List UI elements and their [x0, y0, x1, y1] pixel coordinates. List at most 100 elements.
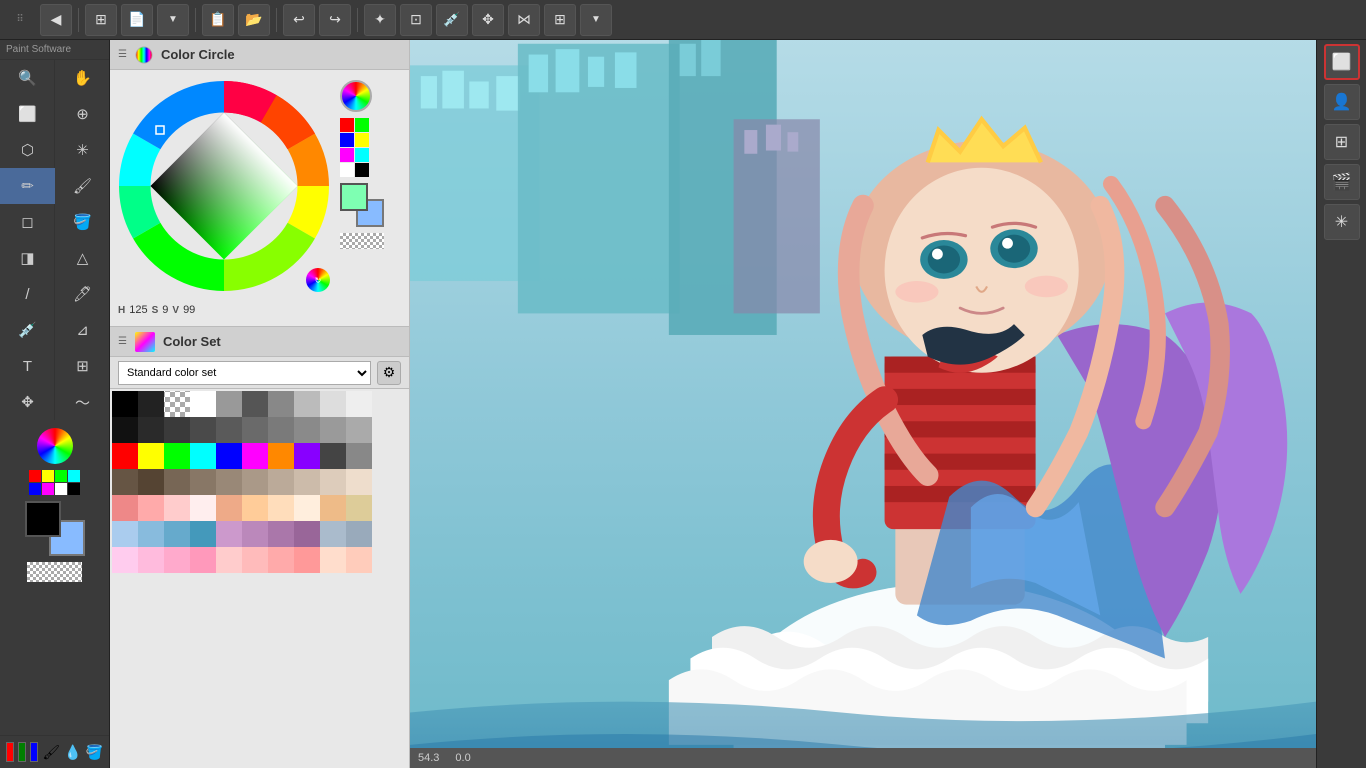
bottom-fill-icon[interactable]: 💧 [64, 740, 81, 764]
layers-btn[interactable]: ⊞ [1324, 124, 1360, 160]
pencil-tool[interactable]: ✏ [0, 168, 55, 204]
swatch-cell[interactable] [112, 521, 138, 547]
swatch-cell[interactable] [242, 521, 268, 547]
magic-wand-tool[interactable]: ✳ [55, 132, 110, 168]
color-wheel-btn[interactable] [340, 80, 372, 112]
swatch-cell[interactable] [112, 469, 138, 495]
swatch-cell[interactable] [268, 417, 294, 443]
color-wheel-mini[interactable] [37, 428, 73, 464]
new-btn[interactable]: 📋 [202, 4, 234, 36]
swatch-cell[interactable] [294, 521, 320, 547]
person-btn[interactable]: 👤 [1324, 84, 1360, 120]
swatch-cell[interactable] [268, 391, 294, 417]
bottom-eyedrop-icon[interactable]: 🪣 [86, 740, 103, 764]
swatch-cell[interactable] [346, 417, 372, 443]
swatch-cell[interactable] [320, 521, 346, 547]
lasso-tool[interactable]: ⬡ [0, 132, 55, 168]
swatch-cell[interactable] [242, 495, 268, 521]
brush-tool[interactable]: 🖌 [55, 168, 110, 204]
swatch-cell[interactable] [138, 547, 164, 573]
mini-swatch-2[interactable] [340, 133, 354, 147]
curr-color-box[interactable] [340, 183, 368, 211]
swatch-cell[interactable] [320, 495, 346, 521]
swatch-cell[interactable] [164, 495, 190, 521]
mini-swatch-0[interactable] [340, 118, 354, 132]
swatch-cell[interactable] [190, 417, 216, 443]
swatch-cell[interactable] [190, 495, 216, 521]
swatch-cyan[interactable] [68, 470, 80, 482]
shape-tool[interactable]: △ [55, 240, 110, 276]
move-tool[interactable]: ✥ [0, 384, 55, 420]
mini-swatch-7[interactable] [355, 163, 369, 177]
swatch-cell[interactable] [294, 495, 320, 521]
swatch-cell[interactable] [216, 443, 242, 469]
grid-btn[interactable]: ⊞ [85, 4, 117, 36]
swatch-blue[interactable] [29, 483, 41, 495]
bottom-blue-swatch[interactable] [30, 742, 38, 762]
eraser-tool[interactable]: ◻ [0, 204, 55, 240]
select-rect-tool[interactable]: ⬜ [0, 96, 55, 132]
merge-btn[interactable]: ⊞ [544, 4, 576, 36]
swatch-cell[interactable] [294, 547, 320, 573]
swatch-cell[interactable] [346, 391, 372, 417]
swatch-cell[interactable] [242, 417, 268, 443]
text-tool[interactable]: T [0, 348, 55, 384]
swatch-cell[interactable] [164, 521, 190, 547]
swatch-cell[interactable] [294, 469, 320, 495]
swatch-cell[interactable] [216, 391, 242, 417]
swatch-cell[interactable] [346, 469, 372, 495]
swatch-cell[interactable] [346, 495, 372, 521]
undo-btn[interactable]: ↩ [283, 4, 315, 36]
swatch-cell[interactable] [242, 391, 268, 417]
swatch-cell[interactable] [138, 469, 164, 495]
cs-menu-icon[interactable]: ☰ [118, 336, 127, 347]
swatch-yellow[interactable] [42, 470, 54, 482]
move-btn[interactable]: ✥ [472, 4, 504, 36]
vector-tool[interactable]: ⊿ [55, 312, 110, 348]
border-btn[interactable]: ⬜ [1324, 44, 1360, 80]
swatch-cell[interactable] [268, 495, 294, 521]
swatch-cell[interactable] [112, 443, 138, 469]
swatch-cell[interactable] [190, 391, 216, 417]
swatch-cell[interactable] [294, 443, 320, 469]
swatch-cell[interactable] [138, 391, 164, 417]
swatch-cell[interactable] [138, 521, 164, 547]
transparent-swatch[interactable] [340, 233, 384, 249]
swatch-cell[interactable] [268, 469, 294, 495]
prev-btn[interactable]: ◀ [40, 4, 72, 36]
fill-tool[interactable]: 🪣 [55, 204, 110, 240]
color-rotate-btn[interactable]: ↻ [306, 268, 330, 292]
swatch-cell[interactable] [216, 495, 242, 521]
gradient-tool[interactable]: ◨ [0, 240, 55, 276]
crop-tool[interactable]: ⊞ [55, 348, 110, 384]
warp-btn[interactable]: ⋈ [508, 4, 540, 36]
swatch-cell[interactable] [242, 469, 268, 495]
swatch-cell[interactable] [164, 547, 190, 573]
swatch-black[interactable] [68, 483, 80, 495]
canvas-area[interactable]: 54.3 0.0 [410, 40, 1316, 768]
color-wheel-svg[interactable] [114, 76, 334, 296]
swatch-cell[interactable] [320, 417, 346, 443]
swatch-cell[interactable] [138, 417, 164, 443]
cc-menu-icon[interactable]: ☰ [118, 49, 127, 60]
star-btn[interactable]: ✳ [1324, 204, 1360, 240]
swatch-cell[interactable] [216, 521, 242, 547]
swatch-cell[interactable] [190, 469, 216, 495]
swatch-cell[interactable] [138, 495, 164, 521]
swatch-cell[interactable] [190, 443, 216, 469]
swatch-cell[interactable] [112, 417, 138, 443]
mini-swatch-4[interactable] [340, 148, 354, 162]
swatch-cell[interactable] [190, 547, 216, 573]
swatch-cell[interactable] [346, 443, 372, 469]
swatch-cell[interactable] [216, 547, 242, 573]
swatch-cell[interactable] [294, 417, 320, 443]
swatch-cell[interactable] [138, 443, 164, 469]
open-btn[interactable]: 📂 [238, 4, 270, 36]
swatch-cell[interactable] [268, 521, 294, 547]
eyedrop-tool[interactable]: 💉 [0, 312, 55, 348]
more-btn[interactable]: ▼ [580, 4, 612, 36]
transform-tool[interactable]: ⊕ [55, 96, 110, 132]
mini-swatch-5[interactable] [355, 148, 369, 162]
swatch-cell[interactable] [112, 495, 138, 521]
swatch-cell[interactable] [164, 417, 190, 443]
